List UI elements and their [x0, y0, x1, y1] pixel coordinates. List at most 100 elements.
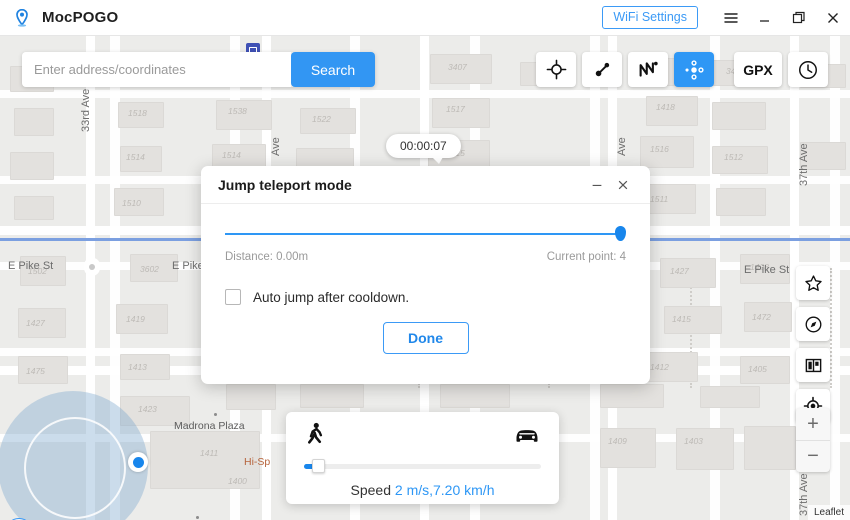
street-label-ave-2: Ave	[616, 137, 628, 156]
building	[716, 188, 766, 216]
two-spot-mode-button[interactable]	[582, 52, 622, 87]
compass-icon[interactable]	[796, 307, 830, 341]
building	[432, 98, 490, 128]
building	[660, 258, 716, 288]
building	[740, 356, 790, 384]
title-bar: MocPOGO WiFi Settings	[0, 0, 850, 36]
building	[712, 102, 766, 130]
building	[118, 102, 164, 128]
speed-slider-handle[interactable]	[312, 459, 325, 473]
speed-icon-row	[304, 422, 541, 453]
mode-toolbar: GPX	[536, 52, 828, 87]
app-title: MocPOGO	[42, 9, 119, 26]
map-side-controls	[796, 266, 830, 423]
dialog-body: Distance: 0.00m Current point: 4 Auto ju…	[201, 204, 650, 384]
dialog-footer: Done	[225, 305, 626, 354]
current-location-dot[interactable]	[128, 452, 148, 472]
building	[676, 428, 734, 470]
current-point-label: Current point: 4	[546, 251, 626, 263]
jump-slider-track	[225, 233, 621, 235]
teleport-mode-button[interactable]	[536, 52, 576, 87]
close-button[interactable]	[816, 0, 850, 36]
search-bar: Search	[22, 52, 375, 87]
dialog-header: Jump teleport mode	[201, 166, 650, 204]
search-button[interactable]: Search	[291, 52, 375, 87]
building	[226, 384, 276, 410]
dialog-title: Jump teleport mode	[218, 176, 352, 193]
walking-person-icon	[304, 422, 326, 453]
building	[600, 384, 664, 408]
speed-readout: Speed 2 m/s,7.20 km/h	[304, 482, 541, 498]
building	[216, 100, 272, 130]
hamburger-menu-icon[interactable]	[714, 0, 748, 36]
zoom-controls: + −	[796, 408, 830, 472]
building	[14, 196, 54, 220]
dialog-close-button[interactable]	[610, 172, 636, 198]
building	[712, 146, 768, 174]
poi-dot	[196, 516, 199, 519]
maximize-button[interactable]	[782, 0, 816, 36]
street-label-37th-ave-top: 37th Ave	[798, 143, 810, 186]
building	[440, 384, 510, 408]
poi-hi-spot[interactable]: Hi-Sp	[244, 456, 270, 468]
multi-spot-mode-button[interactable]	[628, 52, 668, 87]
building	[116, 304, 168, 334]
minimize-button[interactable]	[748, 0, 782, 36]
jump-progress-slider[interactable]	[225, 226, 626, 242]
zoom-out-button[interactable]: −	[796, 440, 830, 472]
location-pin-icon	[12, 8, 32, 28]
building	[14, 108, 54, 136]
building	[130, 254, 178, 282]
star-icon[interactable]	[796, 266, 830, 300]
building	[10, 152, 54, 180]
building	[120, 146, 162, 172]
building	[120, 354, 170, 380]
car-icon	[513, 424, 541, 451]
zoom-in-button[interactable]: +	[796, 408, 830, 440]
building	[646, 96, 698, 126]
speed-panel: Speed 2 m/s,7.20 km/h	[286, 412, 559, 504]
building	[300, 108, 356, 134]
speed-label: Speed	[350, 482, 391, 498]
building	[18, 308, 66, 338]
dialog-minimize-button[interactable]	[584, 172, 610, 198]
street-label-e-pike-st-1: E Pike St	[8, 260, 54, 272]
building	[114, 188, 164, 216]
jump-slider-handle[interactable]	[615, 226, 626, 241]
gpx-button[interactable]: GPX	[734, 52, 782, 87]
speed-slider-track	[304, 464, 541, 469]
building	[744, 426, 796, 470]
done-button[interactable]: Done	[382, 322, 469, 354]
sidewalk-dotted-5	[830, 268, 832, 388]
poi-madrona-plaza[interactable]: Madrona Plaza	[174, 420, 245, 432]
distance-label: Distance: 0.00m	[225, 251, 309, 263]
map-attribution[interactable]: Leaflet	[807, 505, 850, 520]
street-label-ave-1: Ave	[270, 137, 282, 156]
poi-dot	[214, 413, 217, 416]
mocpogo-window: MocPOGO WiFi Settings 3407 1518 1538 152…	[0, 0, 850, 520]
search-input[interactable]	[22, 52, 291, 87]
building	[664, 306, 722, 334]
auto-jump-label: Auto jump after cooldown.	[253, 289, 410, 305]
jump-slider-meta: Distance: 0.00m Current point: 4	[225, 251, 626, 263]
wifi-settings-button[interactable]: WiFi Settings	[602, 6, 698, 29]
speed-slider[interactable]	[304, 459, 541, 473]
building	[744, 302, 792, 332]
auto-jump-row: Auto jump after cooldown.	[225, 289, 626, 305]
book-layers-icon[interactable]	[796, 348, 830, 382]
building	[700, 386, 760, 408]
jump-teleport-dialog: Jump teleport mode Distance: 0.00m Curre…	[201, 166, 650, 384]
jump-teleport-mode-button[interactable]	[674, 52, 714, 87]
building	[640, 136, 694, 168]
street-label-e-pike-st-3: E Pike St	[744, 264, 790, 276]
street-label-33rd-ave: 33rd Ave	[80, 88, 92, 132]
auto-jump-checkbox[interactable]	[225, 289, 241, 305]
building	[600, 428, 656, 468]
speed-value: 2 m/s,7.20 km/h	[394, 482, 495, 498]
building	[18, 356, 68, 384]
history-clock-icon[interactable]	[788, 52, 828, 87]
building	[300, 384, 364, 408]
crossing-marker	[84, 258, 100, 276]
elapsed-timer: 00:00:07	[386, 134, 461, 164]
building	[430, 54, 492, 84]
